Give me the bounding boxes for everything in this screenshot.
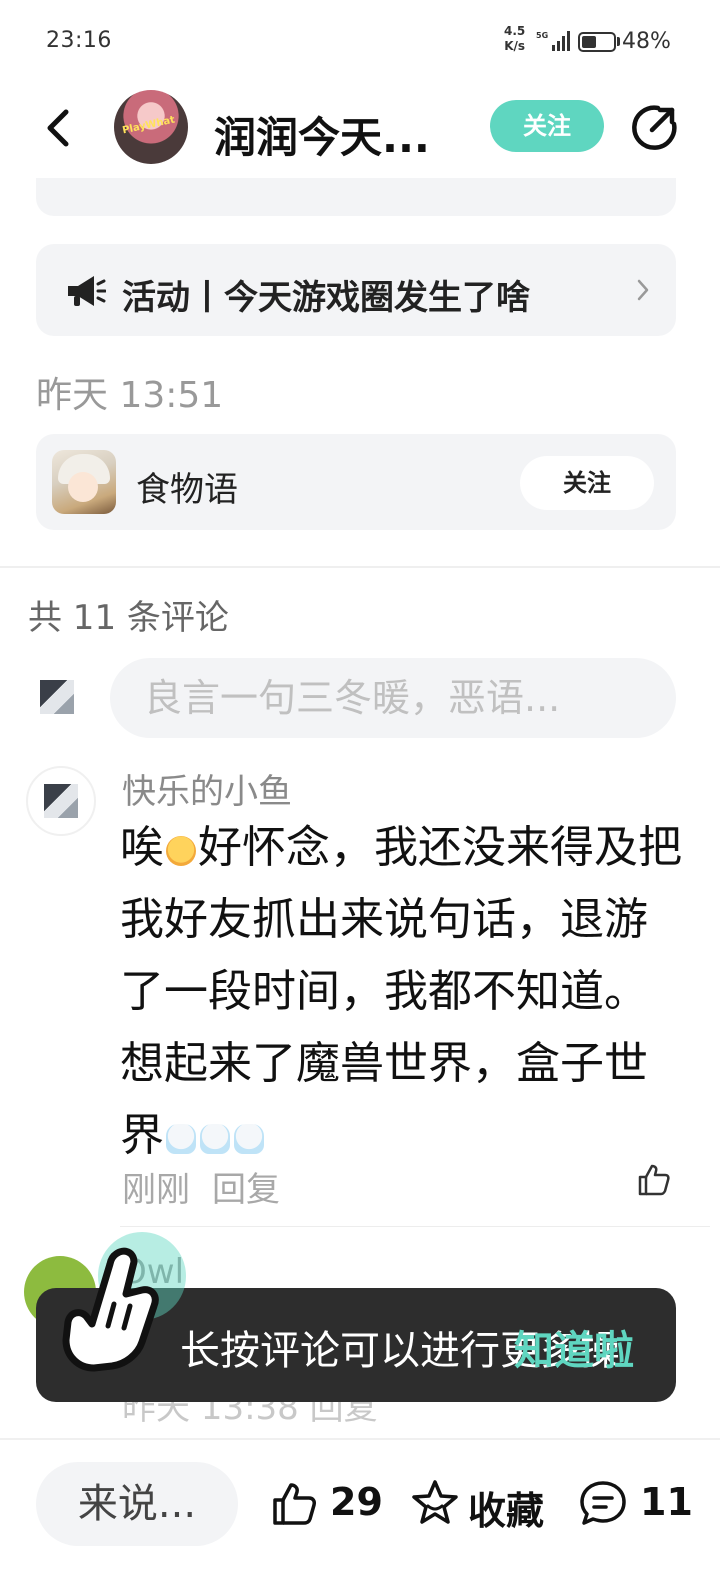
battery-tip bbox=[617, 37, 620, 46]
section-divider bbox=[0, 566, 720, 568]
thumb-up-icon[interactable] bbox=[270, 1480, 318, 1528]
battery-fill bbox=[582, 36, 596, 48]
chevron-right-icon bbox=[637, 279, 649, 301]
author-avatar[interactable]: PlayWhat bbox=[114, 90, 188, 164]
my-avatar bbox=[40, 680, 74, 714]
favorite-label[interactable]: 收藏 bbox=[468, 1480, 544, 1535]
network-speed: 4.5 K/s bbox=[504, 24, 525, 54]
avatar-logo-text: PlayWhat bbox=[121, 114, 176, 137]
megaphone-icon bbox=[68, 276, 106, 306]
comment-divider bbox=[120, 1226, 710, 1227]
crying-emoji-icon bbox=[166, 836, 196, 866]
seal-emoji-icon bbox=[200, 1124, 230, 1154]
signal-icon: 5G bbox=[536, 31, 570, 51]
reply-button[interactable]: 回复 bbox=[212, 1162, 280, 1211]
game-card[interactable]: 食物语 关注 bbox=[36, 434, 676, 530]
comment-text-part: 唉 bbox=[120, 822, 164, 873]
comment-avatar-image bbox=[44, 784, 78, 818]
network-speed-unit: K/s bbox=[504, 39, 526, 53]
game-follow-button[interactable]: 关注 bbox=[520, 456, 654, 510]
battery-percent: 48% bbox=[622, 29, 671, 54]
comment-count-label: 共 11 条评论 bbox=[28, 598, 229, 638]
status-bar: 23:16 4.5 K/s 5G 48% bbox=[0, 0, 720, 84]
svg-text:5G: 5G bbox=[536, 31, 548, 40]
comment-bubble-icon[interactable] bbox=[578, 1478, 628, 1528]
thumb-up-icon[interactable] bbox=[636, 1162, 672, 1198]
seal-emoji-icon bbox=[166, 1124, 196, 1154]
comment-author[interactable]: 快乐的小鱼 bbox=[122, 764, 292, 813]
comment-input[interactable]: 良言一句三冬暖，恶语... bbox=[110, 658, 676, 738]
author-name[interactable]: 润润今天... bbox=[214, 104, 430, 165]
follow-button[interactable]: 关注 bbox=[490, 100, 604, 152]
share-icon[interactable] bbox=[628, 102, 680, 154]
activity-label: 活动丨今天游戏圈发生了啥 bbox=[122, 278, 530, 318]
comment-text[interactable]: 唉好怀念，我还没来得及把我好友抓出来说句话，退游了一段时间，我都不知道。想起来了… bbox=[120, 812, 690, 1172]
seal-emoji-icon bbox=[234, 1124, 264, 1154]
comment-time: 刚刚 bbox=[122, 1170, 190, 1210]
post-time: 昨天 13:51 bbox=[36, 375, 224, 416]
battery-icon bbox=[578, 32, 616, 52]
game-icon bbox=[52, 450, 116, 514]
chevron-left-icon[interactable] bbox=[36, 102, 80, 154]
pointing-hand-icon bbox=[62, 1247, 159, 1372]
game-icon-face bbox=[68, 472, 98, 502]
comment-text-part: 好怀念，我还没来得及把我好友抓出来说句话，退游了一段时间，我都不知道。想起来了魔… bbox=[120, 822, 682, 1161]
post-header: PlayWhat 润润今天... 关注 bbox=[0, 84, 720, 178]
network-speed-value: 4.5 bbox=[504, 24, 526, 38]
comment-avatar[interactable] bbox=[26, 766, 96, 836]
bottom-bar-divider bbox=[0, 1438, 720, 1440]
comment-count: 11 bbox=[640, 1480, 693, 1524]
game-name: 食物语 bbox=[136, 470, 238, 510]
activity-card[interactable]: 活动丨今天游戏圈发生了啥 bbox=[36, 244, 676, 336]
star-icon[interactable] bbox=[410, 1478, 460, 1528]
like-count: 29 bbox=[330, 1480, 383, 1524]
status-time: 23:16 bbox=[46, 28, 112, 53]
bottom-comment-input[interactable]: 来说... bbox=[36, 1462, 238, 1546]
dismiss-toast-button[interactable]: 知道啦 bbox=[514, 1318, 634, 1376]
